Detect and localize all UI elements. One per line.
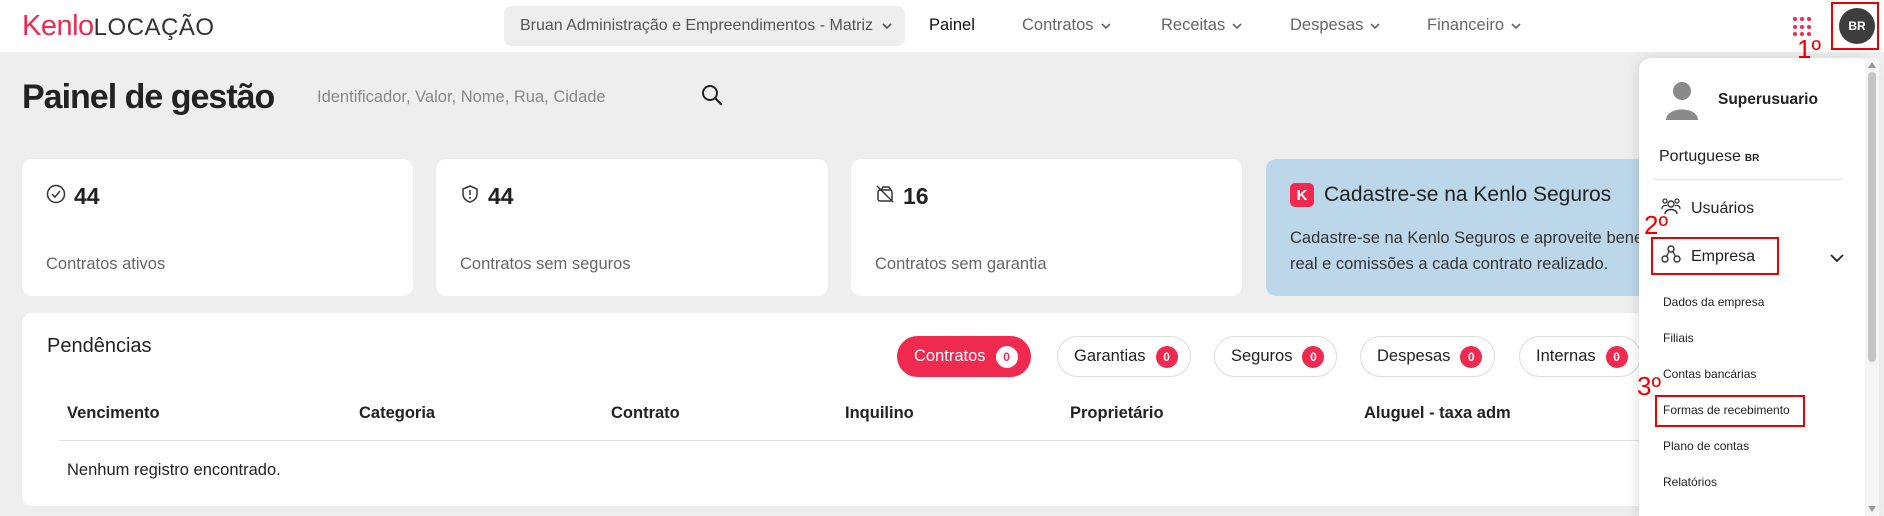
menu-item-label: Usuários: [1691, 199, 1755, 217]
submenu-contas-bancarias[interactable]: Contas bancárias: [1663, 367, 1756, 381]
chevron-down-icon[interactable]: [1829, 251, 1845, 269]
nav-financeiro-label: Financeiro: [1427, 16, 1505, 34]
filter-count-badge: 0: [1155, 345, 1178, 368]
nav-despesas[interactable]: Despesas: [1290, 16, 1381, 35]
card-contratos-sem-garantia[interactable]: 16 Contratos sem garantia: [851, 159, 1242, 296]
language-selector[interactable]: Portuguese BR: [1659, 148, 1759, 166]
language-label: Portuguese: [1659, 148, 1741, 165]
column-header-contrato[interactable]: Contrato: [611, 404, 680, 423]
submenu-plano-de-contas[interactable]: Plano de contas: [1663, 439, 1749, 453]
card-contratos-sem-seguros[interactable]: 44 Contratos sem seguros: [436, 159, 828, 296]
chevron-down-icon: [881, 20, 893, 32]
filter-count-badge: 0: [1460, 345, 1483, 368]
column-header-inquilino[interactable]: Inquilino: [845, 404, 914, 423]
nav-receitas[interactable]: Receitas: [1161, 16, 1243, 35]
avatar-initials: BR: [1848, 19, 1866, 33]
column-header-categoria[interactable]: Categoria: [359, 404, 435, 423]
pendencias-panel: Pendências Contratos 0 Garantias 0 Segur…: [22, 313, 1666, 506]
logo-product: LOCAÇÃO: [93, 14, 215, 41]
submenu-relatorios[interactable]: Relatórios: [1663, 475, 1717, 489]
nav-contratos[interactable]: Contratos: [1022, 16, 1112, 35]
search-bar: [299, 70, 739, 125]
promo-title-row: K Cadastre-se na Kenlo Seguros: [1290, 183, 1611, 207]
filter-count-badge: 0: [1302, 345, 1325, 368]
chevron-down-icon: [1510, 20, 1522, 32]
avatar[interactable]: BR: [1839, 8, 1875, 44]
card-label: Contratos sem garantia: [875, 255, 1047, 273]
chevron-down-icon: [1100, 20, 1112, 32]
menu-item-empresa[interactable]: Empresa: [1661, 244, 1755, 269]
check-circle-icon: [46, 183, 66, 210]
search-input[interactable]: [317, 88, 701, 107]
menu-user: Superusuario: [1666, 80, 1818, 120]
shield-alert-icon: [460, 183, 480, 210]
page-title: Painel de gestão: [22, 78, 275, 116]
wallet-off-icon: [875, 183, 895, 210]
chevron-down-icon: [1231, 20, 1243, 32]
filter-contratos[interactable]: Contratos 0: [897, 336, 1031, 377]
language-code: BR: [1744, 153, 1760, 164]
scroll-up-icon[interactable]: [1868, 62, 1876, 68]
nav-receitas-label: Receitas: [1161, 16, 1226, 34]
nav-contratos-label: Contratos: [1022, 16, 1094, 34]
scroll-down-icon[interactable]: [1868, 506, 1876, 512]
menu-scrollbar[interactable]: [1865, 58, 1879, 516]
submenu-dados-da-empresa[interactable]: Dados da empresa: [1663, 295, 1764, 309]
filter-despesas[interactable]: Despesas 0: [1360, 336, 1496, 377]
annotation-step-2: 2º: [1644, 210, 1668, 240]
kenlo-k-icon: K: [1290, 183, 1314, 207]
user-dropdown-menu: Superusuario Portuguese BR Usuários Empre…: [1639, 58, 1871, 516]
empty-state-text: Nenhum registro encontrado.: [67, 461, 281, 479]
pendencias-title: Pendências: [47, 335, 152, 357]
card-value: 16: [903, 183, 929, 209]
card-value-row: 16: [875, 183, 929, 210]
filter-label: Contratos: [914, 347, 986, 365]
kenlo-logo[interactable]: KenloLOCAÇÃO: [22, 10, 215, 44]
column-header-aluguel[interactable]: Aluguel - taxa adm: [1364, 404, 1511, 423]
user-name: Superusuario: [1718, 91, 1818, 108]
card-value-row: 44: [46, 183, 100, 210]
nav-financeiro[interactable]: Financeiro: [1427, 16, 1522, 35]
filter-count-badge: 0: [995, 345, 1018, 368]
submenu-formas-de-recebimento[interactable]: Formas de recebimento: [1663, 403, 1790, 417]
column-header-proprietario[interactable]: Proprietário: [1070, 404, 1164, 423]
filter-label: Garantias: [1074, 347, 1146, 365]
menu-item-usuarios[interactable]: Usuários: [1661, 196, 1754, 221]
company-selector[interactable]: Bruan Administração e Empreendimentos - …: [504, 6, 905, 46]
promo-title: Cadastre-se na Kenlo Seguros: [1324, 183, 1612, 206]
card-contratos-ativos[interactable]: 44 Contratos ativos: [22, 159, 413, 296]
user-avatar-icon: [1666, 80, 1698, 120]
nav-painel[interactable]: Painel: [929, 16, 975, 35]
filter-count-badge: 0: [1605, 345, 1628, 368]
scrollbar-thumb[interactable]: [1868, 72, 1876, 362]
card-label: Contratos sem seguros: [460, 255, 631, 273]
filter-label: Seguros: [1231, 347, 1293, 365]
nav-despesas-label: Despesas: [1290, 16, 1364, 34]
table-header-divider: [59, 440, 1659, 441]
menu-item-label: Empresa: [1691, 247, 1756, 265]
chevron-down-icon: [1369, 20, 1381, 32]
nav-painel-label: Painel: [929, 16, 975, 34]
card-value: 44: [488, 183, 514, 209]
promo-text: Cadastre-se na Kenlo Seguros e aproveite…: [1290, 229, 1666, 273]
org-chart-icon: [1661, 244, 1681, 269]
annotation-step-3: 3º: [1637, 371, 1661, 401]
logo-brand: Kenlo: [22, 10, 94, 42]
search-icon[interactable]: [701, 84, 723, 111]
column-header-vencimento[interactable]: Vencimento: [67, 404, 160, 423]
filter-label: Internas: [1536, 347, 1596, 365]
kenlo-seguros-promo[interactable]: K Cadastre-se na Kenlo Seguros Cadastre-…: [1266, 159, 1666, 296]
card-value-row: 44: [460, 183, 514, 210]
filter-internas[interactable]: Internas 0: [1519, 336, 1641, 377]
card-value: 44: [74, 183, 100, 209]
filter-seguros[interactable]: Seguros 0: [1214, 336, 1338, 377]
filter-garantias[interactable]: Garantias 0: [1057, 336, 1191, 377]
company-name: Bruan Administração e Empreendimentos - …: [520, 17, 874, 34]
top-bar: KenloLOCAÇÃO Bruan Administração e Empre…: [0, 0, 1884, 52]
submenu-filiais[interactable]: Filiais: [1663, 331, 1694, 345]
menu-divider: [1653, 179, 1843, 180]
card-label: Contratos ativos: [46, 255, 166, 273]
filter-label: Despesas: [1377, 347, 1451, 365]
